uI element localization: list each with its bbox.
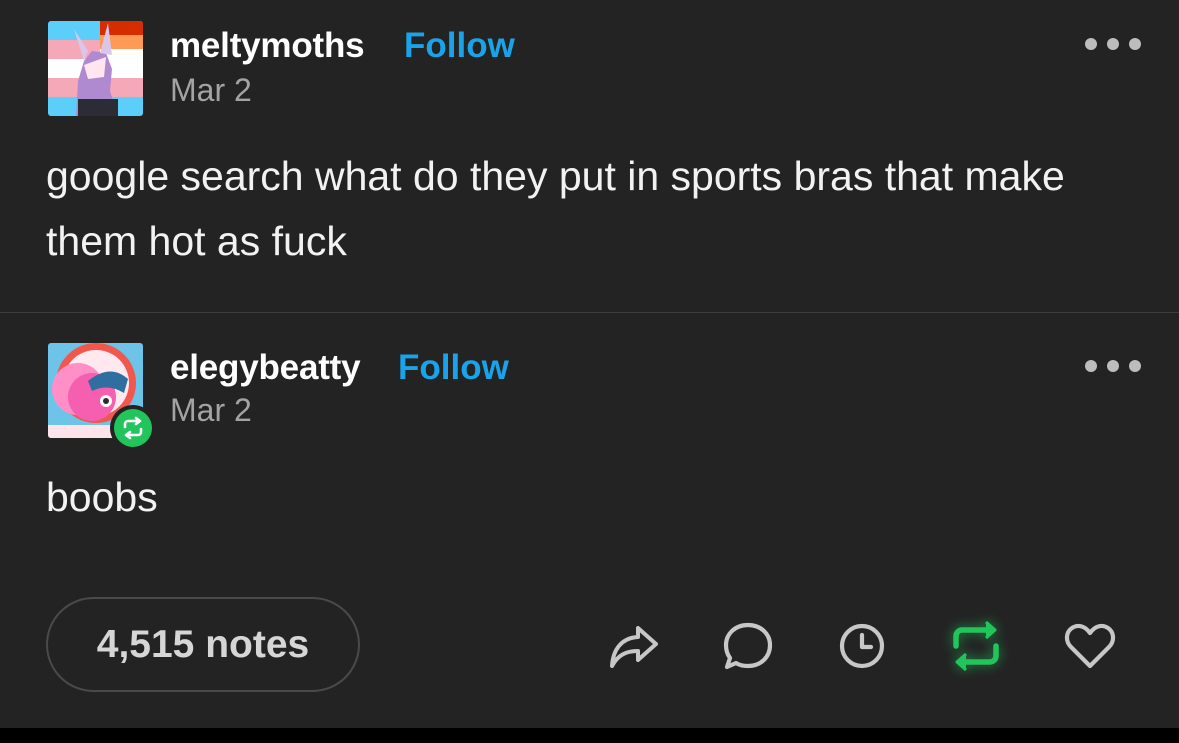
bottom-edge [0, 728, 1179, 743]
clock-icon[interactable] [830, 614, 894, 678]
notes-count-button[interactable]: 4,515 notes [46, 597, 360, 692]
reblog-badge [110, 405, 156, 451]
heart-outline-icon[interactable] [1058, 614, 1122, 678]
post-original: meltymoths Follow Mar 2 google search wh… [0, 0, 1179, 312]
follow-button[interactable]: Follow [398, 350, 509, 385]
reblog-badge-icon [114, 409, 152, 447]
dot [1107, 38, 1119, 50]
comment-bubble-icon[interactable] [716, 614, 780, 678]
post-body: boobs [46, 474, 158, 520]
post-date: Mar 2 [170, 72, 252, 108]
post-date: Mar 2 [170, 392, 252, 428]
tumblr-post-thread: meltymoths Follow Mar 2 google search wh… [0, 0, 1179, 728]
username[interactable]: elegybeatty [170, 350, 361, 385]
post-body: google search what do they put in sports… [46, 153, 1065, 264]
dot [1129, 38, 1141, 50]
post-reply: elegybeatty Follow Mar 2 boobs [0, 313, 1179, 563]
dot [1085, 38, 1097, 50]
reblog-icon[interactable] [944, 614, 1008, 678]
dot [1129, 360, 1141, 372]
dot [1085, 360, 1097, 372]
more-options-icon[interactable] [1085, 34, 1141, 54]
share-arrow-icon[interactable] [602, 614, 666, 678]
more-options-icon[interactable] [1085, 356, 1141, 376]
username[interactable]: meltymoths [170, 28, 365, 63]
follow-button[interactable]: Follow [404, 28, 515, 63]
avatar-meltymoths[interactable] [48, 21, 143, 116]
dot [1107, 360, 1119, 372]
